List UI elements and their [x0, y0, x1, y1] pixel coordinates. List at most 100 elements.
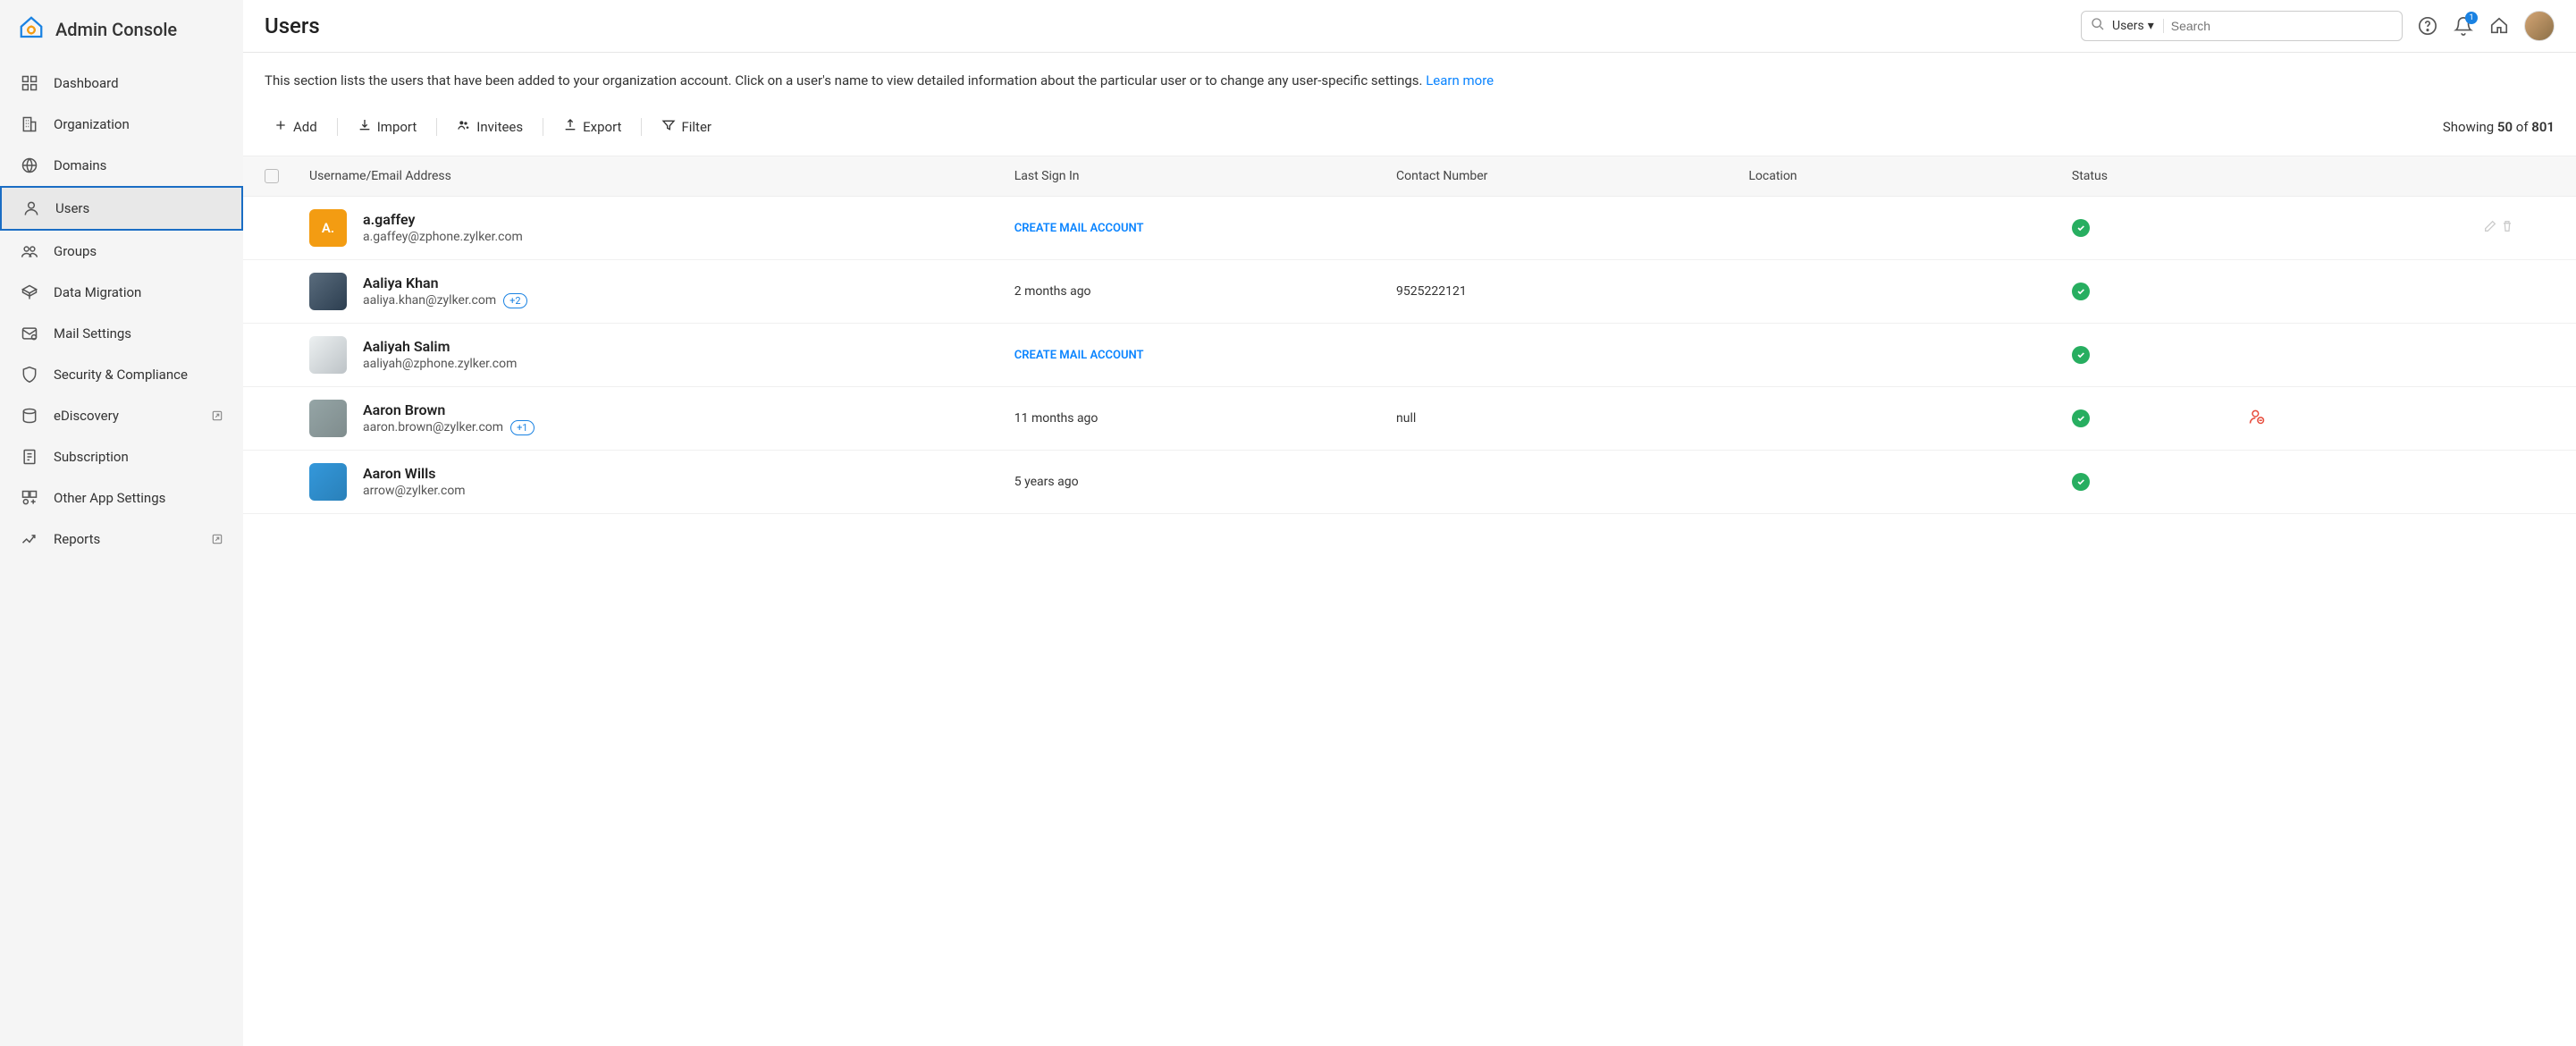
table-body: A.a.gaffeya.gaffey@zphone.zylker.comCREA…	[243, 197, 2576, 514]
separator	[641, 118, 642, 136]
add-button[interactable]: Add	[265, 113, 326, 141]
sidebar-item-label: Mail Settings	[54, 325, 131, 342]
sidebar-item-users[interactable]: Users	[0, 186, 243, 231]
table-row[interactable]: Aaliya Khan aaliya.khan@zylker.com +2 2 mon…	[243, 260, 2576, 324]
home-icon[interactable]	[2488, 15, 2510, 37]
table-header: Username/Email Address Last Sign In Cont…	[243, 156, 2576, 197]
export-label: Export	[583, 119, 621, 135]
help-icon[interactable]	[2417, 15, 2438, 37]
status-active-icon	[2072, 346, 2090, 364]
last-signin-value: 11 months ago	[1014, 411, 1099, 426]
sidebar-item-groups[interactable]: Groups	[0, 231, 243, 272]
status-active-icon	[2072, 219, 2090, 237]
user-email: aaliyah@zphone.zylker.com	[363, 357, 517, 371]
user-email: aaliya.khan@zylker.com	[363, 293, 496, 308]
table-row[interactable]: Aaron Willsarrow@zylker.com5 years ago	[243, 451, 2576, 514]
sidebar-item-label: Dashboard	[54, 75, 119, 91]
last-signin-value: 5 years ago	[1014, 475, 1079, 489]
result-count: Showing 50 of 801	[2443, 119, 2555, 135]
chart-icon	[20, 529, 39, 549]
brand-logo-icon	[18, 14, 45, 45]
user-avatar	[309, 463, 347, 501]
user-name[interactable]: Aaliya Khan	[363, 274, 527, 291]
sidebar-item-label: Data Migration	[54, 284, 141, 300]
table-row[interactable]: Aaliyah Salim aaliyah@zphone.zylker.com CR…	[243, 324, 2576, 387]
import-button[interactable]: Import	[349, 113, 426, 141]
user-name[interactable]: Aaliyah Salim	[363, 338, 517, 355]
create-mail-account-link[interactable]: CREATE MAIL ACCOUNT	[1014, 349, 1144, 362]
sidebar-item-label: eDiscovery	[54, 408, 119, 424]
section-description: This section lists the users that have b…	[243, 53, 2576, 98]
header-location[interactable]: Location	[1748, 169, 2072, 183]
search-scope-dropdown[interactable]: Users ▾	[2112, 19, 2164, 33]
sidebar-item-label: Reports	[54, 531, 100, 547]
sidebar-item-data-migration[interactable]: Data Migration	[0, 272, 243, 313]
separator	[436, 118, 437, 136]
user-name[interactable]: Aaron Brown	[363, 401, 535, 418]
brand-title: Admin Console	[55, 19, 177, 40]
sidebar-item-organization[interactable]: Organization	[0, 104, 243, 145]
edit-icon[interactable]	[2483, 219, 2497, 237]
user-icon	[21, 198, 41, 218]
import-label: Import	[377, 119, 417, 135]
user-name[interactable]: a.gaffey	[363, 211, 523, 228]
shield-icon	[20, 365, 39, 384]
sidebar-item-ediscovery[interactable]: eDiscovery	[0, 395, 243, 436]
sidebar-item-subscription[interactable]: Subscription	[0, 436, 243, 477]
table-row[interactable]: A.a.gaffeya.gaffey@zphone.zylker.comCREA…	[243, 197, 2576, 260]
export-icon	[563, 118, 577, 136]
contact-value: null	[1396, 411, 1416, 426]
main: Users Users ▾ 1	[243, 0, 2576, 1046]
user-warning-icon	[2248, 415, 2266, 429]
last-signin-value: 2 months ago	[1014, 284, 1091, 299]
invitees-icon	[457, 118, 471, 136]
topbar: Users Users ▾ 1	[243, 0, 2576, 53]
user-email: aaron.brown@zylker.com	[363, 420, 503, 434]
sidebar-item-other-app-settings[interactable]: Other App Settings	[0, 477, 243, 519]
invitees-button[interactable]: Invitees	[448, 113, 532, 141]
users-toolbar: Add Import Invitees Export Filter	[243, 98, 2576, 156]
filter-icon	[661, 118, 676, 136]
archive-icon	[20, 406, 39, 426]
sidebar-item-domains[interactable]: Domains	[0, 145, 243, 186]
user-avatar	[309, 273, 347, 310]
notifications-icon[interactable]: 1	[2453, 15, 2474, 37]
alias-count-badge[interactable]: +1	[510, 420, 534, 435]
search-scope-label: Users	[2112, 19, 2144, 33]
sidebar-item-reports[interactable]: Reports	[0, 519, 243, 560]
header-contact[interactable]: Contact Number	[1396, 169, 1748, 183]
sidebar-item-security-compliance[interactable]: Security & Compliance	[0, 354, 243, 395]
chevron-down-icon: ▾	[2148, 19, 2154, 33]
building-icon	[20, 114, 39, 134]
separator	[337, 118, 338, 136]
filter-label: Filter	[681, 119, 711, 135]
sidebar: Admin Console Dashboard Organization Domai…	[0, 0, 243, 1046]
sidebar-item-label: Security & Compliance	[54, 367, 188, 383]
header-status[interactable]: Status	[2072, 169, 2248, 183]
user-name[interactable]: Aaron Wills	[363, 465, 466, 482]
user-avatar	[309, 336, 347, 374]
import-icon	[358, 118, 372, 136]
sidebar-item-label: Subscription	[54, 449, 129, 465]
status-active-icon	[2072, 409, 2090, 427]
plus-icon	[274, 118, 288, 136]
alias-count-badge[interactable]: +2	[503, 293, 526, 308]
add-label: Add	[293, 119, 317, 135]
filter-button[interactable]: Filter	[652, 113, 720, 141]
select-all-checkbox[interactable]	[265, 169, 279, 183]
header-last-signin[interactable]: Last Sign In	[1014, 169, 1396, 183]
sidebar-item-dashboard[interactable]: Dashboard	[0, 63, 243, 104]
delete-icon[interactable]	[2500, 219, 2514, 237]
sidebar-item-mail-settings[interactable]: Mail Settings	[0, 313, 243, 354]
create-mail-account-link[interactable]: CREATE MAIL ACCOUNT	[1014, 222, 1144, 235]
export-button[interactable]: Export	[554, 113, 630, 141]
header-username[interactable]: Username/Email Address	[309, 169, 1014, 183]
search-input[interactable]	[2171, 19, 2393, 33]
sidebar-item-label: Other App Settings	[54, 490, 165, 506]
learn-more-link[interactable]: Learn more	[1426, 72, 1494, 89]
users-table: Username/Email Address Last Sign In Cont…	[243, 156, 2576, 1046]
sidebar-item-label: Domains	[54, 157, 106, 173]
profile-avatar[interactable]	[2524, 11, 2555, 41]
search-box[interactable]: Users ▾	[2081, 11, 2403, 41]
table-row[interactable]: Aaron Brown aaron.brown@zylker.com +1 11 mo…	[243, 387, 2576, 451]
